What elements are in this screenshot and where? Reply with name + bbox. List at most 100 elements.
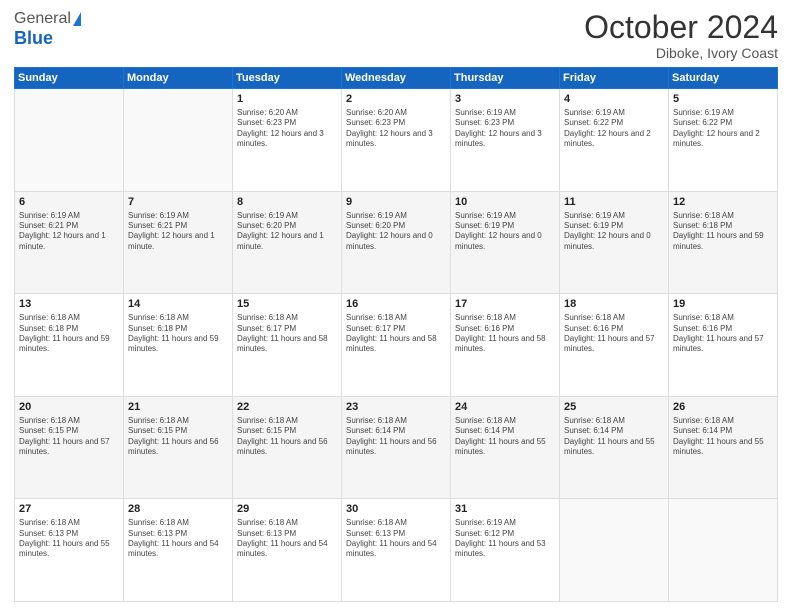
day-number: 23 [346, 400, 446, 415]
day-number: 24 [455, 400, 555, 415]
day-number: 21 [128, 400, 228, 415]
day-info: Sunrise: 6:18 AM Sunset: 6:18 PM Dayligh… [19, 313, 119, 355]
calendar-cell [124, 89, 233, 192]
day-info: Sunrise: 6:18 AM Sunset: 6:13 PM Dayligh… [128, 518, 228, 560]
day-info: Sunrise: 6:18 AM Sunset: 6:18 PM Dayligh… [128, 313, 228, 355]
calendar-cell: 29Sunrise: 6:18 AM Sunset: 6:13 PM Dayli… [233, 499, 342, 602]
day-info: Sunrise: 6:18 AM Sunset: 6:13 PM Dayligh… [19, 518, 119, 560]
day-number: 9 [346, 195, 446, 210]
day-number: 13 [19, 297, 119, 312]
day-number: 12 [673, 195, 773, 210]
calendar-cell: 27Sunrise: 6:18 AM Sunset: 6:13 PM Dayli… [15, 499, 124, 602]
title-block: October 2024 Diboke, Ivory Coast [584, 10, 778, 61]
col-tuesday: Tuesday [233, 68, 342, 89]
day-info: Sunrise: 6:19 AM Sunset: 6:22 PM Dayligh… [673, 108, 773, 150]
col-saturday: Saturday [669, 68, 778, 89]
day-info: Sunrise: 6:18 AM Sunset: 6:15 PM Dayligh… [237, 416, 337, 458]
col-thursday: Thursday [451, 68, 560, 89]
day-info: Sunrise: 6:19 AM Sunset: 6:20 PM Dayligh… [237, 211, 337, 253]
day-number: 22 [237, 400, 337, 415]
day-number: 31 [455, 502, 555, 517]
day-number: 29 [237, 502, 337, 517]
calendar-cell: 24Sunrise: 6:18 AM Sunset: 6:14 PM Dayli… [451, 396, 560, 499]
calendar-cell: 22Sunrise: 6:18 AM Sunset: 6:15 PM Dayli… [233, 396, 342, 499]
calendar-cell: 6Sunrise: 6:19 AM Sunset: 6:21 PM Daylig… [15, 191, 124, 294]
day-info: Sunrise: 6:20 AM Sunset: 6:23 PM Dayligh… [237, 108, 337, 150]
day-info: Sunrise: 6:19 AM Sunset: 6:12 PM Dayligh… [455, 518, 555, 560]
day-number: 14 [128, 297, 228, 312]
day-number: 7 [128, 195, 228, 210]
calendar-cell: 3Sunrise: 6:19 AM Sunset: 6:23 PM Daylig… [451, 89, 560, 192]
day-number: 4 [564, 92, 664, 107]
calendar-header-row: Sunday Monday Tuesday Wednesday Thursday… [15, 68, 778, 89]
day-number: 3 [455, 92, 555, 107]
day-info: Sunrise: 6:19 AM Sunset: 6:19 PM Dayligh… [455, 211, 555, 253]
calendar-cell: 10Sunrise: 6:19 AM Sunset: 6:19 PM Dayli… [451, 191, 560, 294]
day-number: 15 [237, 297, 337, 312]
calendar-cell: 7Sunrise: 6:19 AM Sunset: 6:21 PM Daylig… [124, 191, 233, 294]
day-number: 11 [564, 195, 664, 210]
day-info: Sunrise: 6:19 AM Sunset: 6:20 PM Dayligh… [346, 211, 446, 253]
day-number: 26 [673, 400, 773, 415]
location-subtitle: Diboke, Ivory Coast [584, 45, 778, 61]
col-monday: Monday [124, 68, 233, 89]
calendar-cell: 21Sunrise: 6:18 AM Sunset: 6:15 PM Dayli… [124, 396, 233, 499]
day-number: 16 [346, 297, 446, 312]
day-info: Sunrise: 6:18 AM Sunset: 6:15 PM Dayligh… [19, 416, 119, 458]
day-number: 28 [128, 502, 228, 517]
day-number: 20 [19, 400, 119, 415]
day-number: 19 [673, 297, 773, 312]
day-number: 17 [455, 297, 555, 312]
day-info: Sunrise: 6:20 AM Sunset: 6:23 PM Dayligh… [346, 108, 446, 150]
calendar-cell: 11Sunrise: 6:19 AM Sunset: 6:19 PM Dayli… [560, 191, 669, 294]
day-number: 8 [237, 195, 337, 210]
calendar-cell: 19Sunrise: 6:18 AM Sunset: 6:16 PM Dayli… [669, 294, 778, 397]
calendar-cell: 2Sunrise: 6:20 AM Sunset: 6:23 PM Daylig… [342, 89, 451, 192]
calendar-week-4: 20Sunrise: 6:18 AM Sunset: 6:15 PM Dayli… [15, 396, 778, 499]
day-info: Sunrise: 6:19 AM Sunset: 6:19 PM Dayligh… [564, 211, 664, 253]
calendar-cell: 20Sunrise: 6:18 AM Sunset: 6:15 PM Dayli… [15, 396, 124, 499]
day-number: 1 [237, 92, 337, 107]
day-number: 18 [564, 297, 664, 312]
calendar-cell: 25Sunrise: 6:18 AM Sunset: 6:14 PM Dayli… [560, 396, 669, 499]
calendar-cell: 31Sunrise: 6:19 AM Sunset: 6:12 PM Dayli… [451, 499, 560, 602]
day-info: Sunrise: 6:18 AM Sunset: 6:16 PM Dayligh… [673, 313, 773, 355]
day-info: Sunrise: 6:18 AM Sunset: 6:17 PM Dayligh… [346, 313, 446, 355]
header: General Blue October 2024 Diboke, Ivory … [14, 10, 778, 61]
calendar-cell: 26Sunrise: 6:18 AM Sunset: 6:14 PM Dayli… [669, 396, 778, 499]
day-info: Sunrise: 6:18 AM Sunset: 6:14 PM Dayligh… [564, 416, 664, 458]
calendar-cell: 8Sunrise: 6:19 AM Sunset: 6:20 PM Daylig… [233, 191, 342, 294]
calendar-cell: 9Sunrise: 6:19 AM Sunset: 6:20 PM Daylig… [342, 191, 451, 294]
day-number: 6 [19, 195, 119, 210]
day-info: Sunrise: 6:18 AM Sunset: 6:16 PM Dayligh… [564, 313, 664, 355]
calendar-cell: 18Sunrise: 6:18 AM Sunset: 6:16 PM Dayli… [560, 294, 669, 397]
calendar-week-1: 1Sunrise: 6:20 AM Sunset: 6:23 PM Daylig… [15, 89, 778, 192]
day-info: Sunrise: 6:18 AM Sunset: 6:13 PM Dayligh… [346, 518, 446, 560]
calendar-cell: 28Sunrise: 6:18 AM Sunset: 6:13 PM Dayli… [124, 499, 233, 602]
day-number: 5 [673, 92, 773, 107]
logo: General Blue [14, 10, 81, 49]
calendar-cell [669, 499, 778, 602]
day-number: 30 [346, 502, 446, 517]
calendar-cell: 12Sunrise: 6:18 AM Sunset: 6:18 PM Dayli… [669, 191, 778, 294]
col-friday: Friday [560, 68, 669, 89]
day-info: Sunrise: 6:18 AM Sunset: 6:17 PM Dayligh… [237, 313, 337, 355]
day-info: Sunrise: 6:18 AM Sunset: 6:18 PM Dayligh… [673, 211, 773, 253]
day-info: Sunrise: 6:18 AM Sunset: 6:13 PM Dayligh… [237, 518, 337, 560]
logo-triangle-icon [73, 12, 81, 26]
page: General Blue October 2024 Diboke, Ivory … [0, 0, 792, 612]
day-info: Sunrise: 6:18 AM Sunset: 6:16 PM Dayligh… [455, 313, 555, 355]
calendar-cell: 14Sunrise: 6:18 AM Sunset: 6:18 PM Dayli… [124, 294, 233, 397]
day-number: 25 [564, 400, 664, 415]
day-info: Sunrise: 6:19 AM Sunset: 6:22 PM Dayligh… [564, 108, 664, 150]
calendar-cell: 13Sunrise: 6:18 AM Sunset: 6:18 PM Dayli… [15, 294, 124, 397]
day-info: Sunrise: 6:19 AM Sunset: 6:23 PM Dayligh… [455, 108, 555, 150]
calendar-cell [560, 499, 669, 602]
calendar-cell: 1Sunrise: 6:20 AM Sunset: 6:23 PM Daylig… [233, 89, 342, 192]
month-title: October 2024 [584, 10, 778, 45]
calendar-cell: 5Sunrise: 6:19 AM Sunset: 6:22 PM Daylig… [669, 89, 778, 192]
day-info: Sunrise: 6:19 AM Sunset: 6:21 PM Dayligh… [128, 211, 228, 253]
calendar-cell: 23Sunrise: 6:18 AM Sunset: 6:14 PM Dayli… [342, 396, 451, 499]
day-number: 2 [346, 92, 446, 107]
day-info: Sunrise: 6:18 AM Sunset: 6:14 PM Dayligh… [673, 416, 773, 458]
